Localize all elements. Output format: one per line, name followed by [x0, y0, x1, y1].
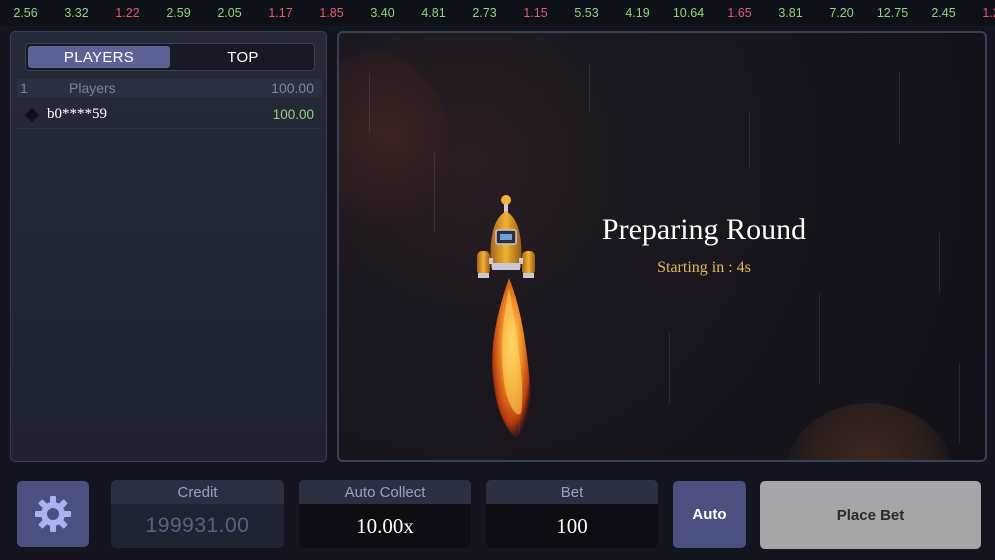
multiplier-history: 2.56 3.32 1.22 2.59 2.05 1.17 1.85 3.40 4.81 2.73…: [0, 0, 995, 26]
history-multiplier: 2.45: [931, 6, 956, 20]
tab-players[interactable]: PLAYERS: [28, 46, 170, 68]
history-multiplier: 7.20: [829, 6, 854, 20]
round-status-title: Preparing Round: [601, 213, 807, 246]
round-countdown: Starting in : 4s: [657, 259, 751, 276]
history-multiplier: 1.22: [115, 6, 140, 20]
settings-button[interactable]: [17, 481, 89, 547]
players-summary-label: Players: [69, 80, 116, 96]
credit-display: Credit 199931.00: [111, 480, 284, 548]
players-panel: PLAYERS TOP 1 Players 100.00 b0****59 10…: [10, 31, 327, 462]
history-multiplier: 3.81: [778, 6, 803, 20]
auto-collect-input[interactable]: 10.00x: [299, 504, 471, 548]
planet-graphic-left: [339, 53, 449, 233]
history-multiplier: 5.53: [574, 6, 599, 20]
auto-collect-field: Auto Collect 10.00x: [299, 480, 471, 548]
history-multiplier: 1.17: [268, 6, 293, 20]
players-summary-row: 1 Players 100.00: [17, 79, 322, 97]
bet-input[interactable]: 100: [486, 504, 658, 548]
history-multiplier: 1.24: [982, 6, 995, 20]
history-multiplier: 2.59: [166, 6, 191, 20]
history-multiplier: 2.73: [472, 6, 497, 20]
planet-graphic-right: [784, 403, 954, 460]
player-amount: 100.00: [272, 107, 314, 122]
history-multiplier: 2.05: [217, 6, 242, 20]
auto-collect-label: Auto Collect: [299, 480, 471, 504]
players-tabs: PLAYERS TOP: [25, 43, 315, 71]
bet-field: Bet 100: [486, 480, 658, 548]
player-row: b0****59 100.00: [17, 101, 322, 129]
players-count: 1: [20, 80, 28, 96]
diamond-icon: [24, 107, 40, 122]
history-multiplier: 2.56: [13, 6, 38, 20]
players-total: 100.00: [271, 80, 314, 96]
credit-value: 199931.00: [145, 514, 250, 537]
history-multiplier: 3.32: [64, 6, 89, 20]
history-multiplier: 12.75: [876, 6, 909, 20]
credit-label: Credit: [111, 480, 284, 504]
place-bet-button[interactable]: Place Bet: [760, 481, 981, 549]
tab-top[interactable]: TOP: [172, 44, 314, 70]
control-bar: Credit 199931.00 Auto Collect 10.00x Bet…: [0, 468, 995, 560]
player-name: b0****59: [47, 106, 107, 122]
history-multiplier: 10.64: [672, 6, 705, 20]
bet-label: Bet: [486, 480, 658, 504]
history-multiplier: 1.65: [727, 6, 752, 20]
history-multiplier: 4.81: [421, 6, 446, 20]
history-multiplier: 1.85: [319, 6, 344, 20]
auto-button[interactable]: Auto: [673, 481, 746, 548]
history-multiplier: 4.19: [625, 6, 650, 20]
history-multiplier: 3.40: [370, 6, 395, 20]
game-canvas: Preparing Round Starting in : 4s: [337, 31, 987, 462]
gear-icon: [35, 496, 71, 532]
history-multiplier: 1.15: [523, 6, 548, 20]
